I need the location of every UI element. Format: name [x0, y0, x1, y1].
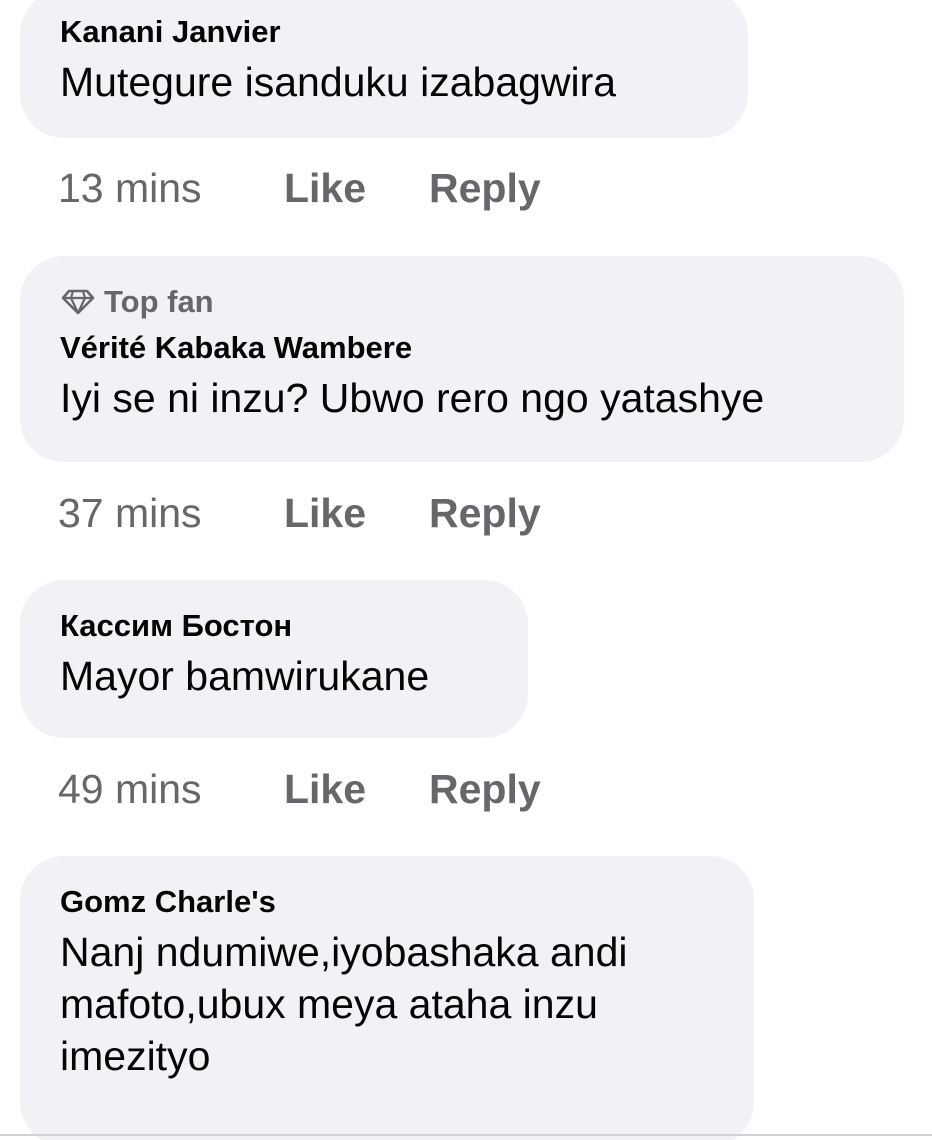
comment-text: Iyi se ni inzu? Ubwo rero ngo yatashye [60, 375, 765, 421]
divider [0, 1134, 932, 1136]
comment-bubble: Kanani Janvier Mutegure isanduku izabagw… [20, 0, 748, 138]
like-button[interactable]: Like [284, 488, 429, 538]
like-button[interactable]: Like [284, 163, 429, 213]
reply-button[interactable]: Reply [429, 163, 541, 213]
comment-bubble: Gomz Charle's Nanj ndumiwe,iyobashaka an… [20, 856, 754, 1140]
comment-text: Nanj ndumiwe,iyobashaka andi mafoto,ubux… [60, 929, 628, 1079]
comment-author[interactable]: Vérité Kabaka Wambere [60, 330, 864, 366]
comment-actions: 49 mins Like Reply [58, 764, 541, 814]
comment-text: Mutegure isanduku izabagwira [60, 59, 617, 105]
comment-text: Mayor bamwirukane [60, 653, 430, 699]
comments-section: Kanani Janvier Mutegure isanduku izabagw… [0, 0, 932, 1140]
diamond-icon [61, 289, 95, 315]
comment-timestamp[interactable]: 37 mins [58, 488, 284, 538]
reply-button[interactable]: Reply [429, 488, 541, 538]
comment-author[interactable]: Gomz Charle's [60, 884, 714, 920]
comment-timestamp[interactable]: 13 mins [58, 163, 284, 213]
top-fan-badge: Top fan [60, 284, 864, 320]
comment-bubble: Top fan Vérité Kabaka Wambere Iyi se ni … [20, 256, 904, 462]
comment-author[interactable]: Кассим Бостон [60, 608, 488, 644]
like-button[interactable]: Like [284, 764, 429, 814]
reply-button[interactable]: Reply [429, 764, 541, 814]
comment-actions: 37 mins Like Reply [58, 488, 541, 538]
comment-bubble: Кассим Бостон Mayor bamwirukane [20, 580, 528, 738]
comment-author[interactable]: Kanani Janvier [60, 14, 708, 50]
comment-timestamp[interactable]: 49 mins [58, 764, 284, 814]
badge-label: Top fan [104, 284, 214, 319]
comment-actions: 13 mins Like Reply [58, 163, 541, 213]
